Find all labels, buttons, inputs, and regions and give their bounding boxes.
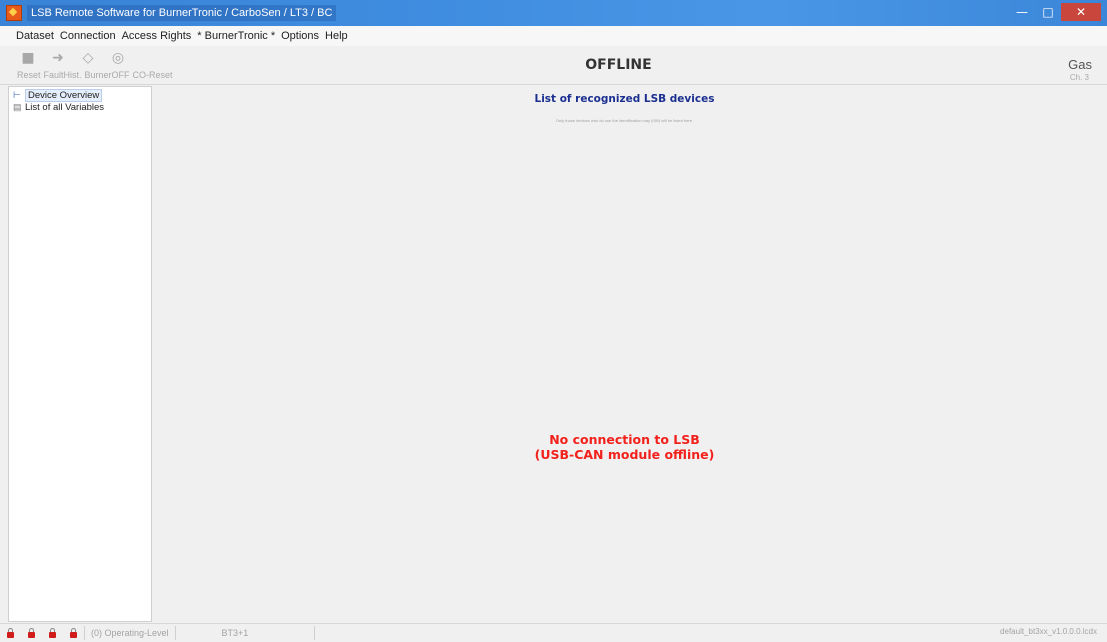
variables-list-icon: ▤ — [13, 102, 22, 112]
connection-status: OFFLINE — [585, 57, 652, 73]
menu-help[interactable]: Help — [323, 30, 350, 42]
lock-icon — [48, 627, 57, 639]
minimize-button[interactable]: — — [1009, 3, 1035, 21]
lock-icon — [27, 627, 36, 639]
menu-burnertronic[interactable]: * BurnerTronic * — [195, 30, 277, 42]
menu-connection[interactable]: Connection — [58, 30, 118, 42]
menu-dataset[interactable]: Dataset — [14, 30, 56, 42]
lock-icon — [69, 627, 78, 639]
device-tree-icon: ⊢ — [13, 90, 21, 100]
window-controls: — □ ✕ — [1009, 3, 1101, 21]
tree-item-list-of-variables[interactable]: ▤ List of all Variables — [13, 102, 151, 113]
device-label: BT3+1 — [221, 628, 249, 638]
navigation-tree: ⊢ Device Overview ▤ List of all Variable… — [8, 86, 152, 622]
tree-item-label: List of all Variables — [25, 102, 105, 113]
device-list-heading: List of recognized LSB devices — [534, 93, 715, 105]
status-bar: (0) Operating-Level BT3+1 default_bt3xx_… — [0, 623, 1107, 642]
fuel-channel-label: Ch. 3 — [1069, 73, 1089, 82]
menu-options[interactable]: Options — [279, 30, 321, 42]
connection-error-message: No connection to LSB (USB-CAN module off… — [152, 432, 1097, 462]
connection-error-line2: (USB-CAN module offline) — [534, 447, 715, 462]
status-divider — [314, 626, 316, 640]
close-button[interactable]: ✕ — [1061, 3, 1101, 21]
menu-bar: Dataset Connection Access Rights * Burne… — [0, 26, 1107, 46]
operating-level: (0) Operating-Level — [91, 628, 169, 638]
tree-item-device-overview[interactable]: ⊢ Device Overview — [13, 89, 151, 102]
lock-icon — [6, 627, 15, 639]
fuel-label: Gas — [1068, 57, 1092, 72]
app-logo-icon — [6, 5, 22, 21]
device-list-note: Only those devices who do use the identi… — [555, 118, 694, 123]
menu-access-rights[interactable]: Access Rights — [120, 30, 194, 42]
dataset-file-label: default_bt3xx_v1.0.0.0.lcdx — [1000, 627, 1097, 636]
status-divider — [174, 626, 176, 640]
title-bar: LSB Remote Software for BurnerTronic / C… — [0, 0, 1107, 26]
window-title: LSB Remote Software for BurnerTronic / C… — [27, 5, 337, 21]
connection-error-line1: No connection to LSB — [549, 432, 700, 447]
tree-item-label: Device Overview — [25, 89, 103, 102]
main-panel: List of recognized LSB devices Only thos… — [152, 86, 1097, 620]
maximize-button[interactable]: □ — [1035, 3, 1061, 21]
